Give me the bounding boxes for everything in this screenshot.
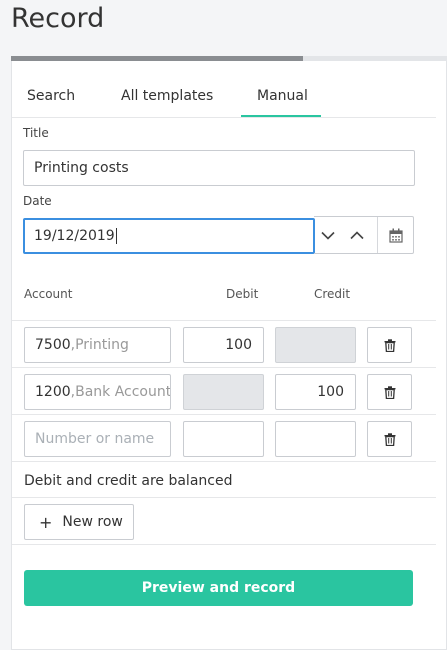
new-row-button[interactable]: + New row bbox=[24, 504, 134, 540]
page-title: Record bbox=[11, 3, 105, 34]
chevron-down-icon bbox=[321, 231, 335, 240]
active-tab-indicator bbox=[241, 115, 321, 117]
credit-field[interactable]: 100 bbox=[275, 374, 356, 410]
account-field[interactable]: Number or name bbox=[24, 421, 171, 457]
debit-field[interactable]: 100 bbox=[183, 327, 264, 363]
credit-field[interactable] bbox=[275, 421, 356, 457]
date-increment-button[interactable] bbox=[343, 217, 372, 253]
text-caret bbox=[115, 228, 117, 244]
delete-row-button[interactable] bbox=[367, 327, 412, 363]
account-name: ,Printing bbox=[70, 337, 129, 353]
trash-icon bbox=[384, 432, 395, 446]
plus-icon: + bbox=[39, 512, 53, 532]
account-field[interactable]: 1200 ,Bank Account bbox=[24, 374, 171, 410]
column-header-account: Account bbox=[24, 287, 73, 301]
title-field[interactable]: Printing costs bbox=[23, 150, 415, 186]
tab-bar: Search All templates Manual bbox=[12, 61, 436, 118]
row-divider bbox=[12, 497, 436, 498]
chevron-up-icon bbox=[350, 230, 364, 239]
balance-status: Debit and credit are balanced bbox=[24, 473, 233, 489]
debit-field bbox=[183, 374, 264, 410]
account-field[interactable]: 7500 ,Printing bbox=[24, 327, 171, 363]
date-field-value: 19/12/2019 bbox=[34, 228, 115, 244]
title-field-value: Printing costs bbox=[34, 160, 129, 176]
row-divider bbox=[12, 414, 436, 415]
credit-field bbox=[275, 327, 356, 363]
title-label: Title bbox=[23, 126, 49, 140]
debit-value: 100 bbox=[225, 337, 252, 353]
row-divider bbox=[12, 461, 436, 462]
date-decrement-button[interactable] bbox=[314, 217, 343, 253]
row-divider bbox=[12, 320, 436, 321]
account-number: 1200 bbox=[35, 384, 71, 400]
row-divider bbox=[12, 544, 436, 545]
delete-row-button[interactable] bbox=[367, 421, 412, 457]
preview-and-record-button[interactable]: Preview and record bbox=[24, 570, 413, 606]
new-row-label: New row bbox=[62, 514, 123, 530]
column-header-credit: Credit bbox=[314, 287, 351, 301]
debit-field[interactable] bbox=[183, 421, 264, 457]
date-label: Date bbox=[23, 194, 52, 208]
tab-manual[interactable]: Manual bbox=[257, 88, 308, 104]
credit-value: 100 bbox=[317, 384, 344, 400]
account-number: 7500 bbox=[35, 337, 71, 353]
trash-icon bbox=[384, 385, 395, 399]
record-panel: Search All templates Manual Title Printi… bbox=[11, 61, 447, 650]
calendar-icon bbox=[389, 228, 403, 243]
tab-search[interactable]: Search bbox=[27, 88, 75, 104]
row-divider bbox=[12, 367, 436, 368]
tab-all-templates[interactable]: All templates bbox=[121, 88, 213, 104]
delete-row-button[interactable] bbox=[367, 374, 412, 410]
trash-icon bbox=[384, 338, 395, 352]
date-controls bbox=[314, 216, 414, 254]
account-placeholder: Number or name bbox=[35, 431, 155, 447]
column-header-debit: Debit bbox=[226, 287, 259, 301]
account-name: ,Bank Account bbox=[70, 384, 171, 400]
date-field[interactable]: 19/12/2019 bbox=[23, 218, 315, 254]
calendar-button[interactable] bbox=[377, 217, 413, 253]
